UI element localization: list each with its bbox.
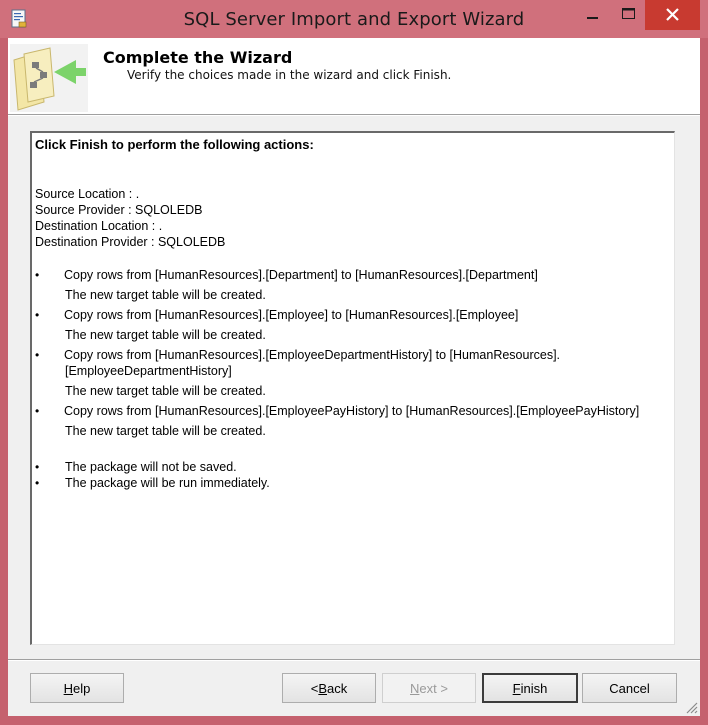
action-note: The new target table will be created. bbox=[65, 384, 266, 398]
bullet-marker: • bbox=[35, 268, 40, 282]
summary-heading: Click Finish to perform the following ac… bbox=[35, 137, 314, 152]
package-not-saved-note: The package will not be saved. bbox=[65, 460, 237, 474]
cancel-label: Cancel bbox=[609, 680, 650, 696]
destination-provider: Destination Provider : SQLOLEDB bbox=[35, 235, 226, 249]
finish-label-accel: F bbox=[512, 680, 521, 696]
bullet-marker: • bbox=[35, 308, 40, 322]
title-bar[interactable]: SQL Server Import and Export Wizard bbox=[0, 0, 708, 38]
help-label-post: elp bbox=[73, 680, 91, 696]
summary-textbox[interactable]: Click Finish to perform the following ac… bbox=[30, 131, 675, 645]
wizard-header: Complete the Wizard Verify the choices m… bbox=[8, 38, 700, 115]
bullet-marker: • bbox=[35, 460, 40, 474]
page-subtitle: Verify the choices made in the wizard an… bbox=[127, 68, 452, 82]
copy-action-continuation: [EmployeeDepartmentHistory] bbox=[65, 364, 232, 378]
source-location: Source Location : . bbox=[35, 187, 140, 201]
copy-action-employee-pay-history: Copy rows from [HumanResources].[Employe… bbox=[64, 404, 640, 418]
back-label-pre: < bbox=[310, 680, 319, 696]
wizard-client-area: Complete the Wizard Verify the choices m… bbox=[8, 38, 700, 716]
cancel-button[interactable]: Cancel bbox=[582, 673, 677, 703]
destination-location: Destination Location : . bbox=[35, 219, 163, 233]
action-note: The new target table will be created. bbox=[65, 328, 266, 342]
footer-divider-highlight bbox=[8, 660, 700, 661]
finish-button[interactable]: Finish bbox=[482, 673, 578, 703]
help-label-accel: H bbox=[63, 680, 74, 696]
next-label-accel: N bbox=[410, 680, 420, 696]
wizard-header-graphic bbox=[10, 44, 88, 112]
page-title: Complete the Wizard bbox=[103, 48, 293, 67]
back-label-post: ack bbox=[327, 680, 348, 696]
back-label-accel: B bbox=[318, 680, 328, 696]
package-run-immediately-note: The package will be run immediately. bbox=[65, 476, 270, 490]
copy-action-department: Copy rows from [HumanResources].[Departm… bbox=[64, 268, 538, 282]
bullet-marker: • bbox=[35, 404, 40, 418]
help-button[interactable]: Help bbox=[30, 673, 124, 703]
close-button[interactable] bbox=[645, 0, 700, 30]
action-note: The new target table will be created. bbox=[65, 424, 266, 438]
next-label-post: ext > bbox=[419, 680, 448, 696]
maximize-icon bbox=[622, 8, 635, 19]
copy-action-employee: Copy rows from [HumanResources].[Employe… bbox=[64, 308, 519, 322]
minimize-button[interactable] bbox=[576, 0, 610, 30]
bullet-marker: • bbox=[35, 348, 40, 362]
next-button[interactable]: Next > bbox=[382, 673, 476, 703]
header-divider bbox=[8, 115, 700, 116]
resize-grip-icon[interactable] bbox=[684, 700, 698, 714]
minimize-icon bbox=[587, 17, 598, 19]
back-button[interactable]: < Back bbox=[282, 673, 376, 703]
close-icon bbox=[666, 8, 679, 21]
copy-action-employee-department-history: Copy rows from [HumanResources].[Employe… bbox=[64, 348, 561, 362]
bullet-marker: • bbox=[35, 476, 40, 490]
finish-label-post: inish bbox=[520, 680, 548, 696]
maximize-button[interactable] bbox=[612, 0, 646, 30]
action-note: The new target table will be created. bbox=[65, 288, 266, 302]
source-provider: Source Provider : SQLOLEDB bbox=[35, 203, 203, 217]
